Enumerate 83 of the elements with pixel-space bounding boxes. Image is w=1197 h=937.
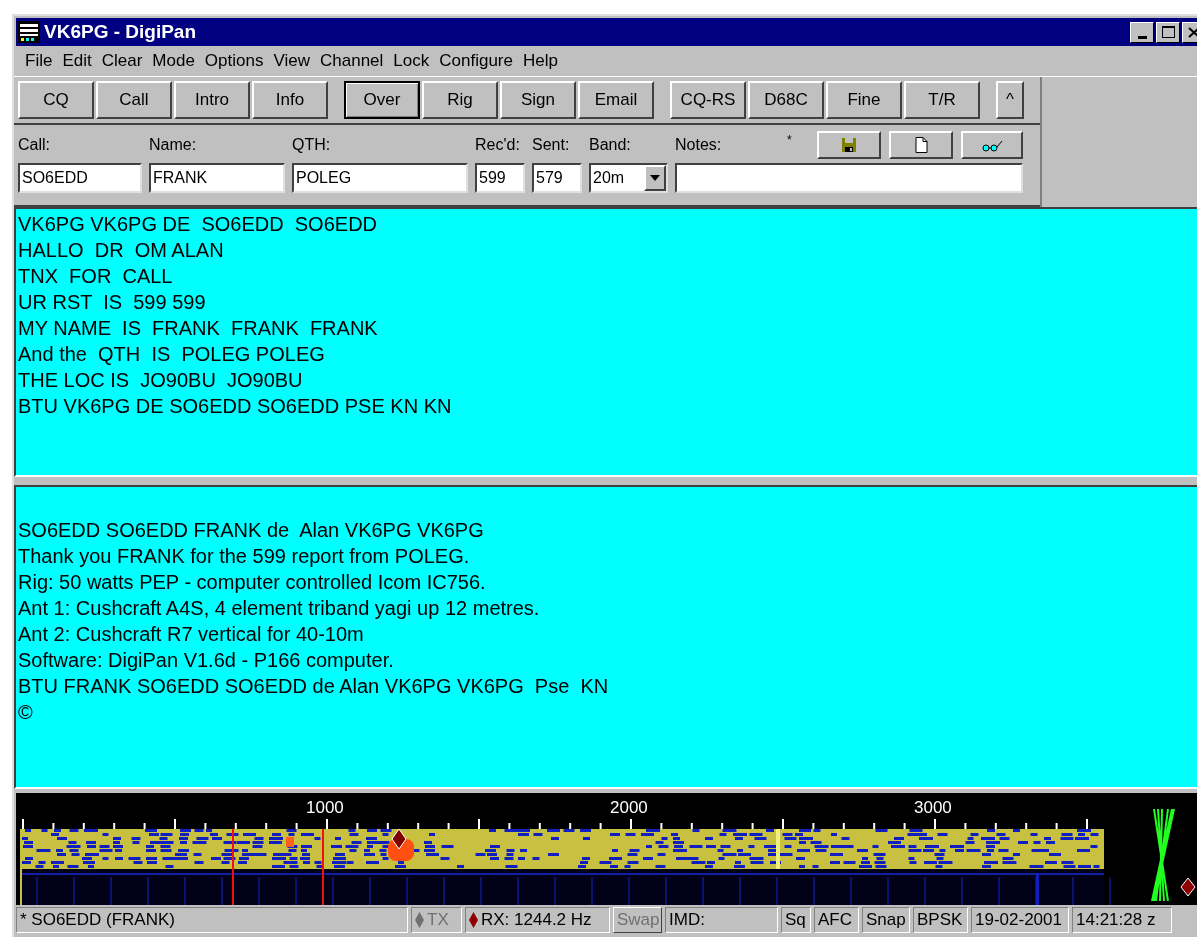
menu-item[interactable]: Channel bbox=[315, 48, 389, 74]
minimize-button[interactable] bbox=[1130, 21, 1154, 43]
macro-button[interactable]: Call bbox=[96, 81, 172, 119]
text-line: Software: DigiPan V1.6d - P166 computer. bbox=[18, 648, 395, 673]
modified-mark: * bbox=[787, 132, 793, 149]
page-icon bbox=[913, 137, 929, 153]
menu-item[interactable]: File bbox=[20, 48, 58, 74]
text-line: Ant 1: Cushcraft A4S, 4 element triband yagi up 12 metres. bbox=[18, 596, 541, 621]
macro-button[interactable]: Info bbox=[252, 81, 328, 119]
status-text: 14:21:28 z bbox=[1076, 909, 1156, 932]
macro-button[interactable]: Rig bbox=[422, 81, 498, 119]
minimize-icon bbox=[1137, 35, 1147, 39]
macro-button[interactable]: T/R bbox=[904, 81, 980, 119]
status-text: TX bbox=[427, 909, 449, 932]
window-title: VK6PG - DigiPan bbox=[44, 19, 197, 44]
text-line: And the QTH IS POLEG POLEG bbox=[18, 342, 326, 367]
macro-button[interactable]: CQ-RS bbox=[670, 81, 746, 119]
text-line: Thank you FRANK for the 599 report from POLEG. bbox=[18, 544, 471, 569]
macro-button[interactable]: Sign bbox=[500, 81, 576, 119]
scale-label: 2000 bbox=[610, 797, 648, 819]
tuning-marker-icon bbox=[1180, 877, 1196, 897]
menu-item[interactable]: Options bbox=[199, 48, 269, 74]
menu-item[interactable]: Help bbox=[517, 48, 563, 74]
text-line: © bbox=[18, 700, 34, 725]
status-text: BPSK bbox=[917, 909, 963, 932]
field-label: Notes: bbox=[675, 135, 723, 155]
status-text: IMD: bbox=[669, 909, 705, 932]
text-line: HALLO DR OM ALAN bbox=[18, 238, 225, 263]
status-text: * SO6EDD (FRANK) bbox=[20, 909, 175, 932]
field-label: Rec'd: bbox=[475, 135, 521, 155]
text-line: TNX FOR CALL bbox=[18, 264, 174, 289]
macro-button[interactable]: Email bbox=[578, 81, 654, 119]
status-text: Sq bbox=[785, 909, 806, 932]
text-line: BTU FRANK SO6EDD SO6EDD de Alan VK6PG VK6PG Pse KN bbox=[18, 674, 610, 699]
text-line: Rig: 50 watts PEP - computer controlled Icom IC756. bbox=[18, 570, 487, 595]
macro-button[interactable]: CQ bbox=[18, 81, 94, 119]
input-field[interactable]: 599 bbox=[475, 163, 525, 193]
diamond-icon bbox=[415, 912, 424, 928]
field-label: Name: bbox=[149, 135, 198, 155]
field-label: Call: bbox=[18, 135, 51, 155]
app-icon bbox=[18, 21, 40, 43]
status-text: Snap bbox=[866, 909, 906, 932]
macro-button[interactable]: Intro bbox=[174, 81, 250, 119]
text-line: MY NAME IS FRANK FRANK FRANK bbox=[18, 316, 379, 341]
input-field[interactable]: FRANK bbox=[149, 163, 285, 193]
input-field[interactable]: SO6EDD bbox=[18, 163, 142, 193]
menu-item[interactable]: Mode bbox=[147, 48, 200, 74]
status-text: 19-02-2001 bbox=[975, 909, 1062, 932]
text-line: UR RST IS 599 599 bbox=[18, 290, 207, 315]
text-line: THE LOC IS JO90BU JO90BU bbox=[18, 368, 304, 393]
text-line: SO6EDD SO6EDD FRANK de Alan VK6PG VK6PG bbox=[18, 518, 485, 543]
menu-item[interactable]: Lock bbox=[388, 48, 435, 74]
text-line: VK6PG VK6PG DE SO6EDD SO6EDD bbox=[18, 212, 378, 237]
field-label: Sent: bbox=[532, 135, 571, 155]
find-button[interactable] bbox=[961, 131, 1023, 159]
toolbar-button[interactable]: ^ bbox=[996, 81, 1024, 119]
macro-button[interactable]: Fine bbox=[826, 81, 902, 119]
menu-item[interactable]: View bbox=[268, 48, 315, 74]
new-button[interactable] bbox=[889, 131, 953, 159]
save-icon bbox=[841, 137, 857, 153]
save-button[interactable] bbox=[817, 131, 881, 159]
close-icon bbox=[1188, 26, 1197, 38]
input-field[interactable]: POLEG bbox=[292, 163, 468, 193]
field-label: QTH: bbox=[292, 135, 332, 155]
maximize-button[interactable] bbox=[1156, 21, 1180, 43]
text-line: BTU VK6PG DE SO6EDD SO6EDD PSE KN KN bbox=[18, 394, 453, 419]
status-text: AFC bbox=[818, 909, 852, 932]
notes-field[interactable] bbox=[675, 163, 1023, 193]
dropdown-arrow-icon bbox=[650, 175, 660, 181]
scale-label: 1000 bbox=[306, 797, 344, 819]
diamond-icon bbox=[469, 912, 478, 928]
scale-label: 3000 bbox=[914, 797, 952, 819]
maximize-icon bbox=[1161, 26, 1175, 38]
menu-item[interactable]: Clear bbox=[96, 48, 148, 74]
macro-button[interactable]: Over bbox=[344, 81, 420, 119]
band-dropdown[interactable]: 20m bbox=[589, 163, 668, 193]
status-text: RX: 1244.2 Hz bbox=[481, 909, 592, 932]
menu-item[interactable]: Edit bbox=[57, 48, 97, 74]
field-label: Band: bbox=[589, 135, 632, 155]
menu-item[interactable]: Configure bbox=[434, 48, 518, 74]
input-field[interactable]: 579 bbox=[532, 163, 582, 193]
text-line: Ant 2: Cushcraft R7 vertical for 40-10m bbox=[18, 622, 365, 647]
macro-button[interactable]: D68C bbox=[748, 81, 824, 119]
